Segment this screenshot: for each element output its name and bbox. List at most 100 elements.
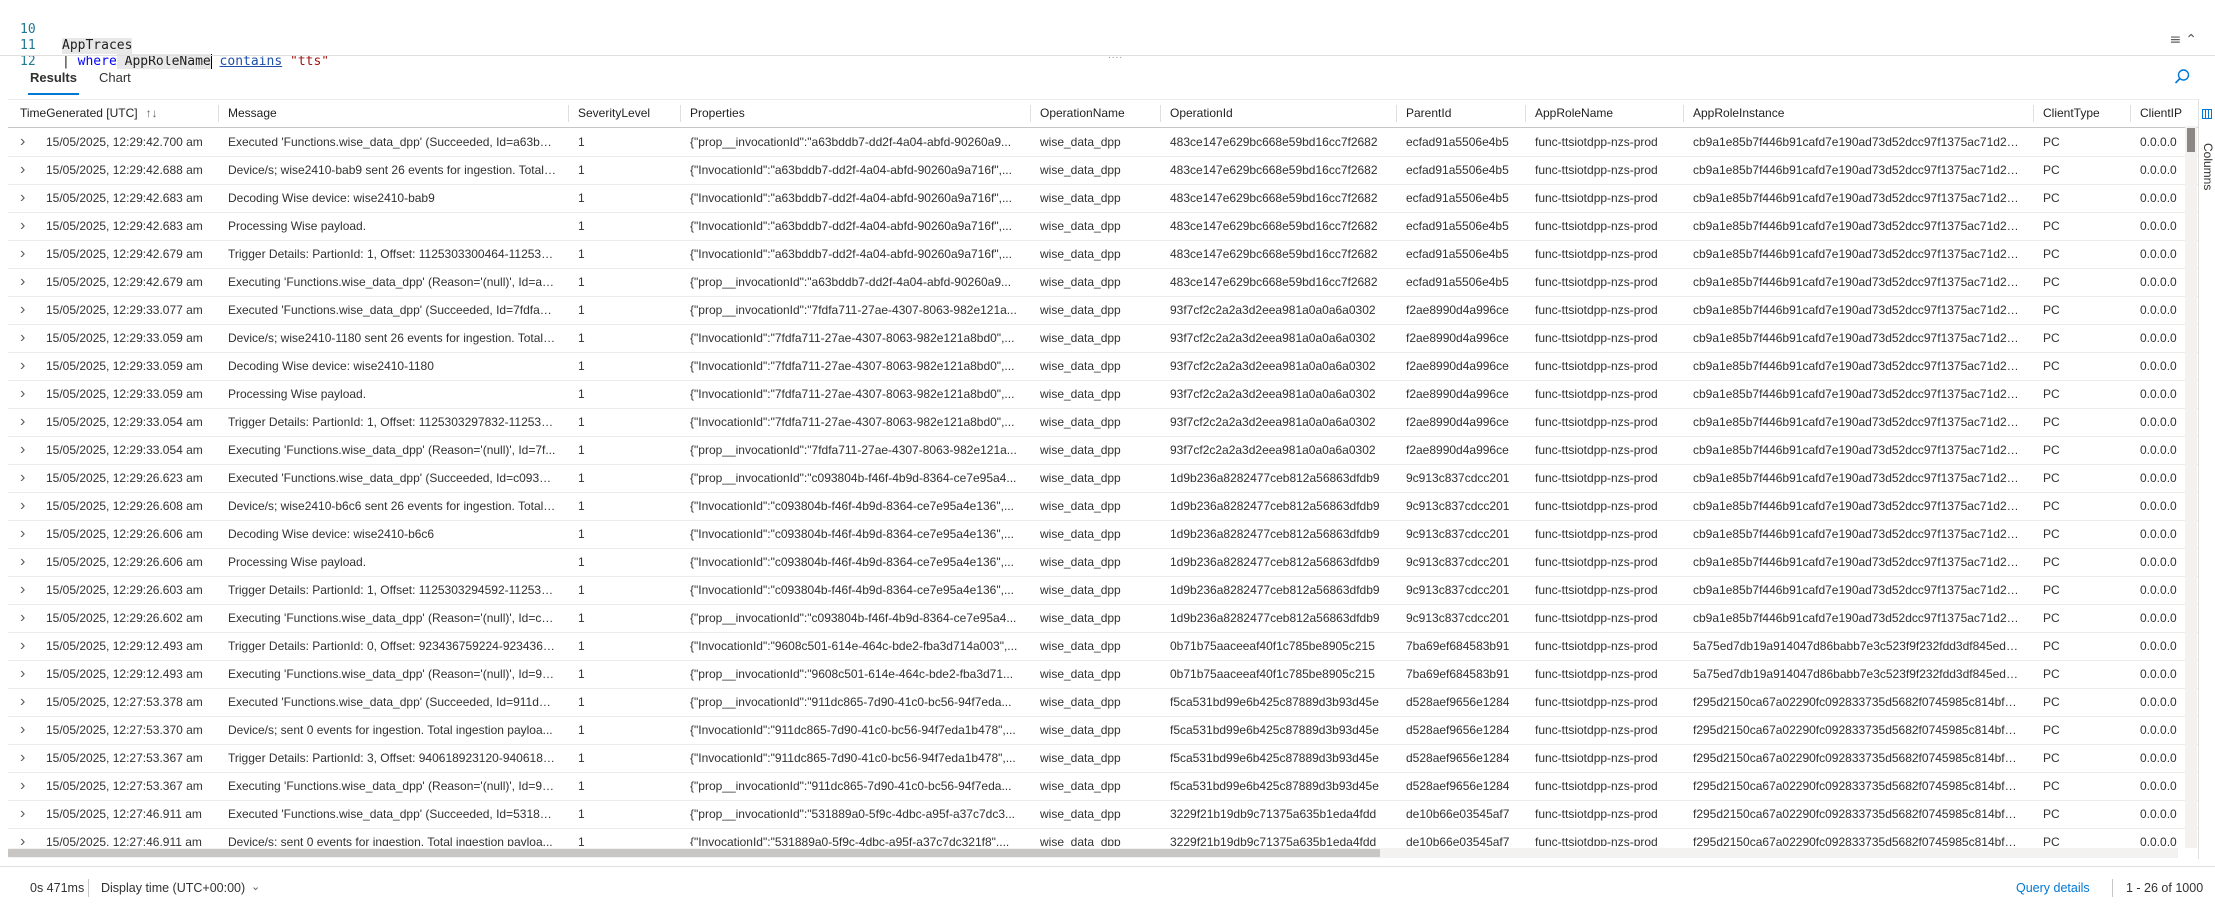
column-header-client-type[interactable]: ClientType (2043, 100, 2133, 127)
table-row[interactable]: › 15/05/2025, 12:29:26.606 am Processing W… (8, 548, 2198, 577)
cell-client-type: PC (2043, 555, 2060, 569)
table-row[interactable]: › 15/05/2025, 12:27:53.367 am Executing 'F… (8, 772, 2198, 801)
column-header-message[interactable]: Message (228, 100, 568, 127)
column-resize-handle[interactable] (568, 105, 569, 122)
column-resize-handle[interactable] (2130, 105, 2131, 122)
vertical-scroll-thumb[interactable] (2187, 128, 2195, 152)
table-row[interactable]: › 15/05/2025, 12:29:26.623 am Executed 'Fu… (8, 464, 2198, 493)
cell-message: Executed 'Functions.wise_data_dpp' (Succ… (228, 303, 556, 317)
table-row[interactable]: › 15/05/2025, 12:27:53.370 am Device/s; se… (8, 716, 2198, 745)
table-row[interactable]: › 15/05/2025, 12:29:26.608 am Device/s; wi… (8, 492, 2198, 521)
splitter-handle-icon[interactable]: .... (1108, 50, 1123, 61)
column-header-properties[interactable]: Properties (690, 100, 1030, 127)
table-row[interactable]: › 15/05/2025, 12:29:42.683 am Decoding Wis… (8, 184, 2198, 213)
column-header-operation-id[interactable]: OperationId (1170, 100, 1395, 127)
table-row[interactable]: › 15/05/2025, 12:29:33.059 am Processing W… (8, 380, 2198, 409)
tab-chart[interactable]: Chart (99, 70, 131, 85)
expand-row-chevron-icon[interactable]: › (20, 352, 25, 380)
sort-icon[interactable]: ↑↓ (146, 106, 158, 120)
column-resize-handle[interactable] (1525, 105, 1526, 122)
table-row[interactable]: › 15/05/2025, 12:29:42.688 am Device/s; wi… (8, 156, 2198, 185)
column-header-parent-id[interactable]: ParentId (1406, 100, 1526, 127)
table-row[interactable]: › 15/05/2025, 12:27:53.378 am Executed 'Fu… (8, 688, 2198, 717)
column-header-label: ClientType (2043, 106, 2100, 120)
search-icon[interactable] (2173, 68, 2191, 86)
expand-row-chevron-icon[interactable]: › (20, 240, 25, 268)
expand-row-chevron-icon[interactable]: › (20, 576, 25, 604)
expand-row-chevron-icon[interactable]: › (20, 464, 25, 492)
column-header-label: OperationId (1170, 106, 1233, 120)
expand-row-chevron-icon[interactable]: › (20, 604, 25, 632)
columns-panel-toggle[interactable]: Columns (2198, 99, 2215, 859)
editor-line[interactable]: 12 (0, 38, 36, 69)
query-details-link[interactable]: Query details (2016, 881, 2090, 895)
expand-row-chevron-icon[interactable]: › (20, 184, 25, 212)
table-row[interactable]: › 15/05/2025, 12:29:12.493 am Executing 'F… (8, 660, 2198, 689)
expand-row-chevron-icon[interactable]: › (20, 492, 25, 520)
format-icon[interactable]: ≡ (2170, 32, 2182, 48)
expand-row-chevron-icon[interactable]: › (20, 800, 25, 828)
table-row[interactable]: › 15/05/2025, 12:29:33.059 am Decoding Wis… (8, 352, 2198, 381)
column-header-app-role-name[interactable]: AppRoleName (1535, 100, 1685, 127)
expand-row-chevron-icon[interactable]: › (20, 296, 25, 324)
expand-row-chevron-icon[interactable]: › (20, 128, 25, 156)
column-header-client-ip[interactable]: ClientIP (2140, 100, 2195, 127)
expand-row-chevron-icon[interactable]: › (20, 688, 25, 716)
cell-time-generated: 15/05/2025, 12:29:33.054 am (46, 443, 203, 457)
editor-line[interactable]: 10 AppTraces (0, 6, 133, 54)
column-resize-handle[interactable] (1683, 105, 1684, 122)
query-editor[interactable]: 10 AppTraces 11 | where AppRoleName cont… (0, 0, 2215, 69)
column-header-severity-level[interactable]: SeverityLevel (578, 100, 678, 127)
column-resize-handle[interactable] (1030, 105, 1031, 122)
table-row[interactable]: › 15/05/2025, 12:29:26.602 am Executing 'F… (8, 604, 2198, 633)
expand-row-chevron-icon[interactable]: › (20, 548, 25, 576)
column-resize-handle[interactable] (1396, 105, 1397, 122)
expand-row-chevron-icon[interactable]: › (20, 828, 25, 846)
table-row[interactable]: › 15/05/2025, 12:29:33.059 am Device/s; wi… (8, 324, 2198, 353)
expand-row-chevron-icon[interactable]: › (20, 660, 25, 688)
column-resize-handle[interactable] (218, 105, 219, 122)
expand-row-chevron-icon[interactable]: › (20, 380, 25, 408)
editor-line[interactable]: 11 | where AppRoleName contains "tts" (0, 22, 329, 69)
table-row[interactable]: › 15/05/2025, 12:29:33.054 am Trigger Deta… (8, 408, 2198, 437)
table-row[interactable]: › 15/05/2025, 12:29:26.603 am Trigger Deta… (8, 576, 2198, 605)
expand-row-chevron-icon[interactable]: › (20, 744, 25, 772)
expand-row-chevron-icon[interactable]: › (20, 408, 25, 436)
expand-row-chevron-icon[interactable]: › (20, 156, 25, 184)
table-row[interactable]: › 15/05/2025, 12:29:12.493 am Trigger Deta… (8, 632, 2198, 661)
column-resize-handle[interactable] (2033, 105, 2034, 122)
code-text[interactable]: AppTraces (62, 38, 133, 54)
cell-client-ip: 0.0.0.0 (2140, 415, 2177, 429)
chevron-down-icon[interactable]: ⌄ (251, 880, 260, 893)
table-row[interactable]: › 15/05/2025, 12:27:46.911 am Device/s; se… (8, 828, 2198, 846)
table-row[interactable]: › 15/05/2025, 12:27:53.367 am Trigger Deta… (8, 744, 2198, 773)
expand-row-chevron-icon[interactable]: › (20, 324, 25, 352)
expand-row-chevron-icon[interactable]: › (20, 632, 25, 660)
column-header-app-role-instance[interactable]: AppRoleInstance (1693, 100, 2033, 127)
column-header-time-generated[interactable]: TimeGenerated [UTC] ↑↓ (20, 100, 220, 127)
expand-row-chevron-icon[interactable]: › (20, 212, 25, 240)
table-row[interactable]: › 15/05/2025, 12:29:33.077 am Executed 'Fu… (8, 296, 2198, 325)
columns-label[interactable]: Columns (2201, 143, 2215, 190)
tab-results[interactable]: Results (28, 70, 79, 95)
table-row[interactable]: › 15/05/2025, 12:27:46.911 am Executed 'Fu… (8, 800, 2198, 829)
horizontal-scroll-thumb[interactable] (8, 849, 1380, 857)
expand-row-chevron-icon[interactable]: › (20, 716, 25, 744)
vertical-scrollbar[interactable] (2185, 126, 2197, 848)
collapse-icon[interactable]: ⌃ (2185, 32, 2197, 48)
display-time-dropdown[interactable]: Display time (UTC+00:00) (101, 881, 245, 895)
expand-row-chevron-icon[interactable]: › (20, 520, 25, 548)
table-row[interactable]: › 15/05/2025, 12:29:26.606 am Decoding Wis… (8, 520, 2198, 549)
expand-row-chevron-icon[interactable]: › (20, 268, 25, 296)
expand-row-chevron-icon[interactable]: › (20, 436, 25, 464)
expand-row-chevron-icon[interactable]: › (20, 772, 25, 800)
table-row[interactable]: › 15/05/2025, 12:29:42.683 am Processing W… (8, 212, 2198, 241)
horizontal-scrollbar[interactable] (8, 848, 2178, 858)
column-resize-handle[interactable] (680, 105, 681, 122)
table-row[interactable]: › 15/05/2025, 12:29:42.679 am Trigger Deta… (8, 240, 2198, 269)
table-row[interactable]: › 15/05/2025, 12:29:33.054 am Executing 'F… (8, 436, 2198, 465)
column-header-operation-name[interactable]: OperationName (1040, 100, 1160, 127)
table-row[interactable]: › 15/05/2025, 12:29:42.700 am Executed 'Fu… (8, 128, 2198, 157)
table-row[interactable]: › 15/05/2025, 12:29:42.679 am Executing 'F… (8, 268, 2198, 297)
column-resize-handle[interactable] (1160, 105, 1161, 122)
